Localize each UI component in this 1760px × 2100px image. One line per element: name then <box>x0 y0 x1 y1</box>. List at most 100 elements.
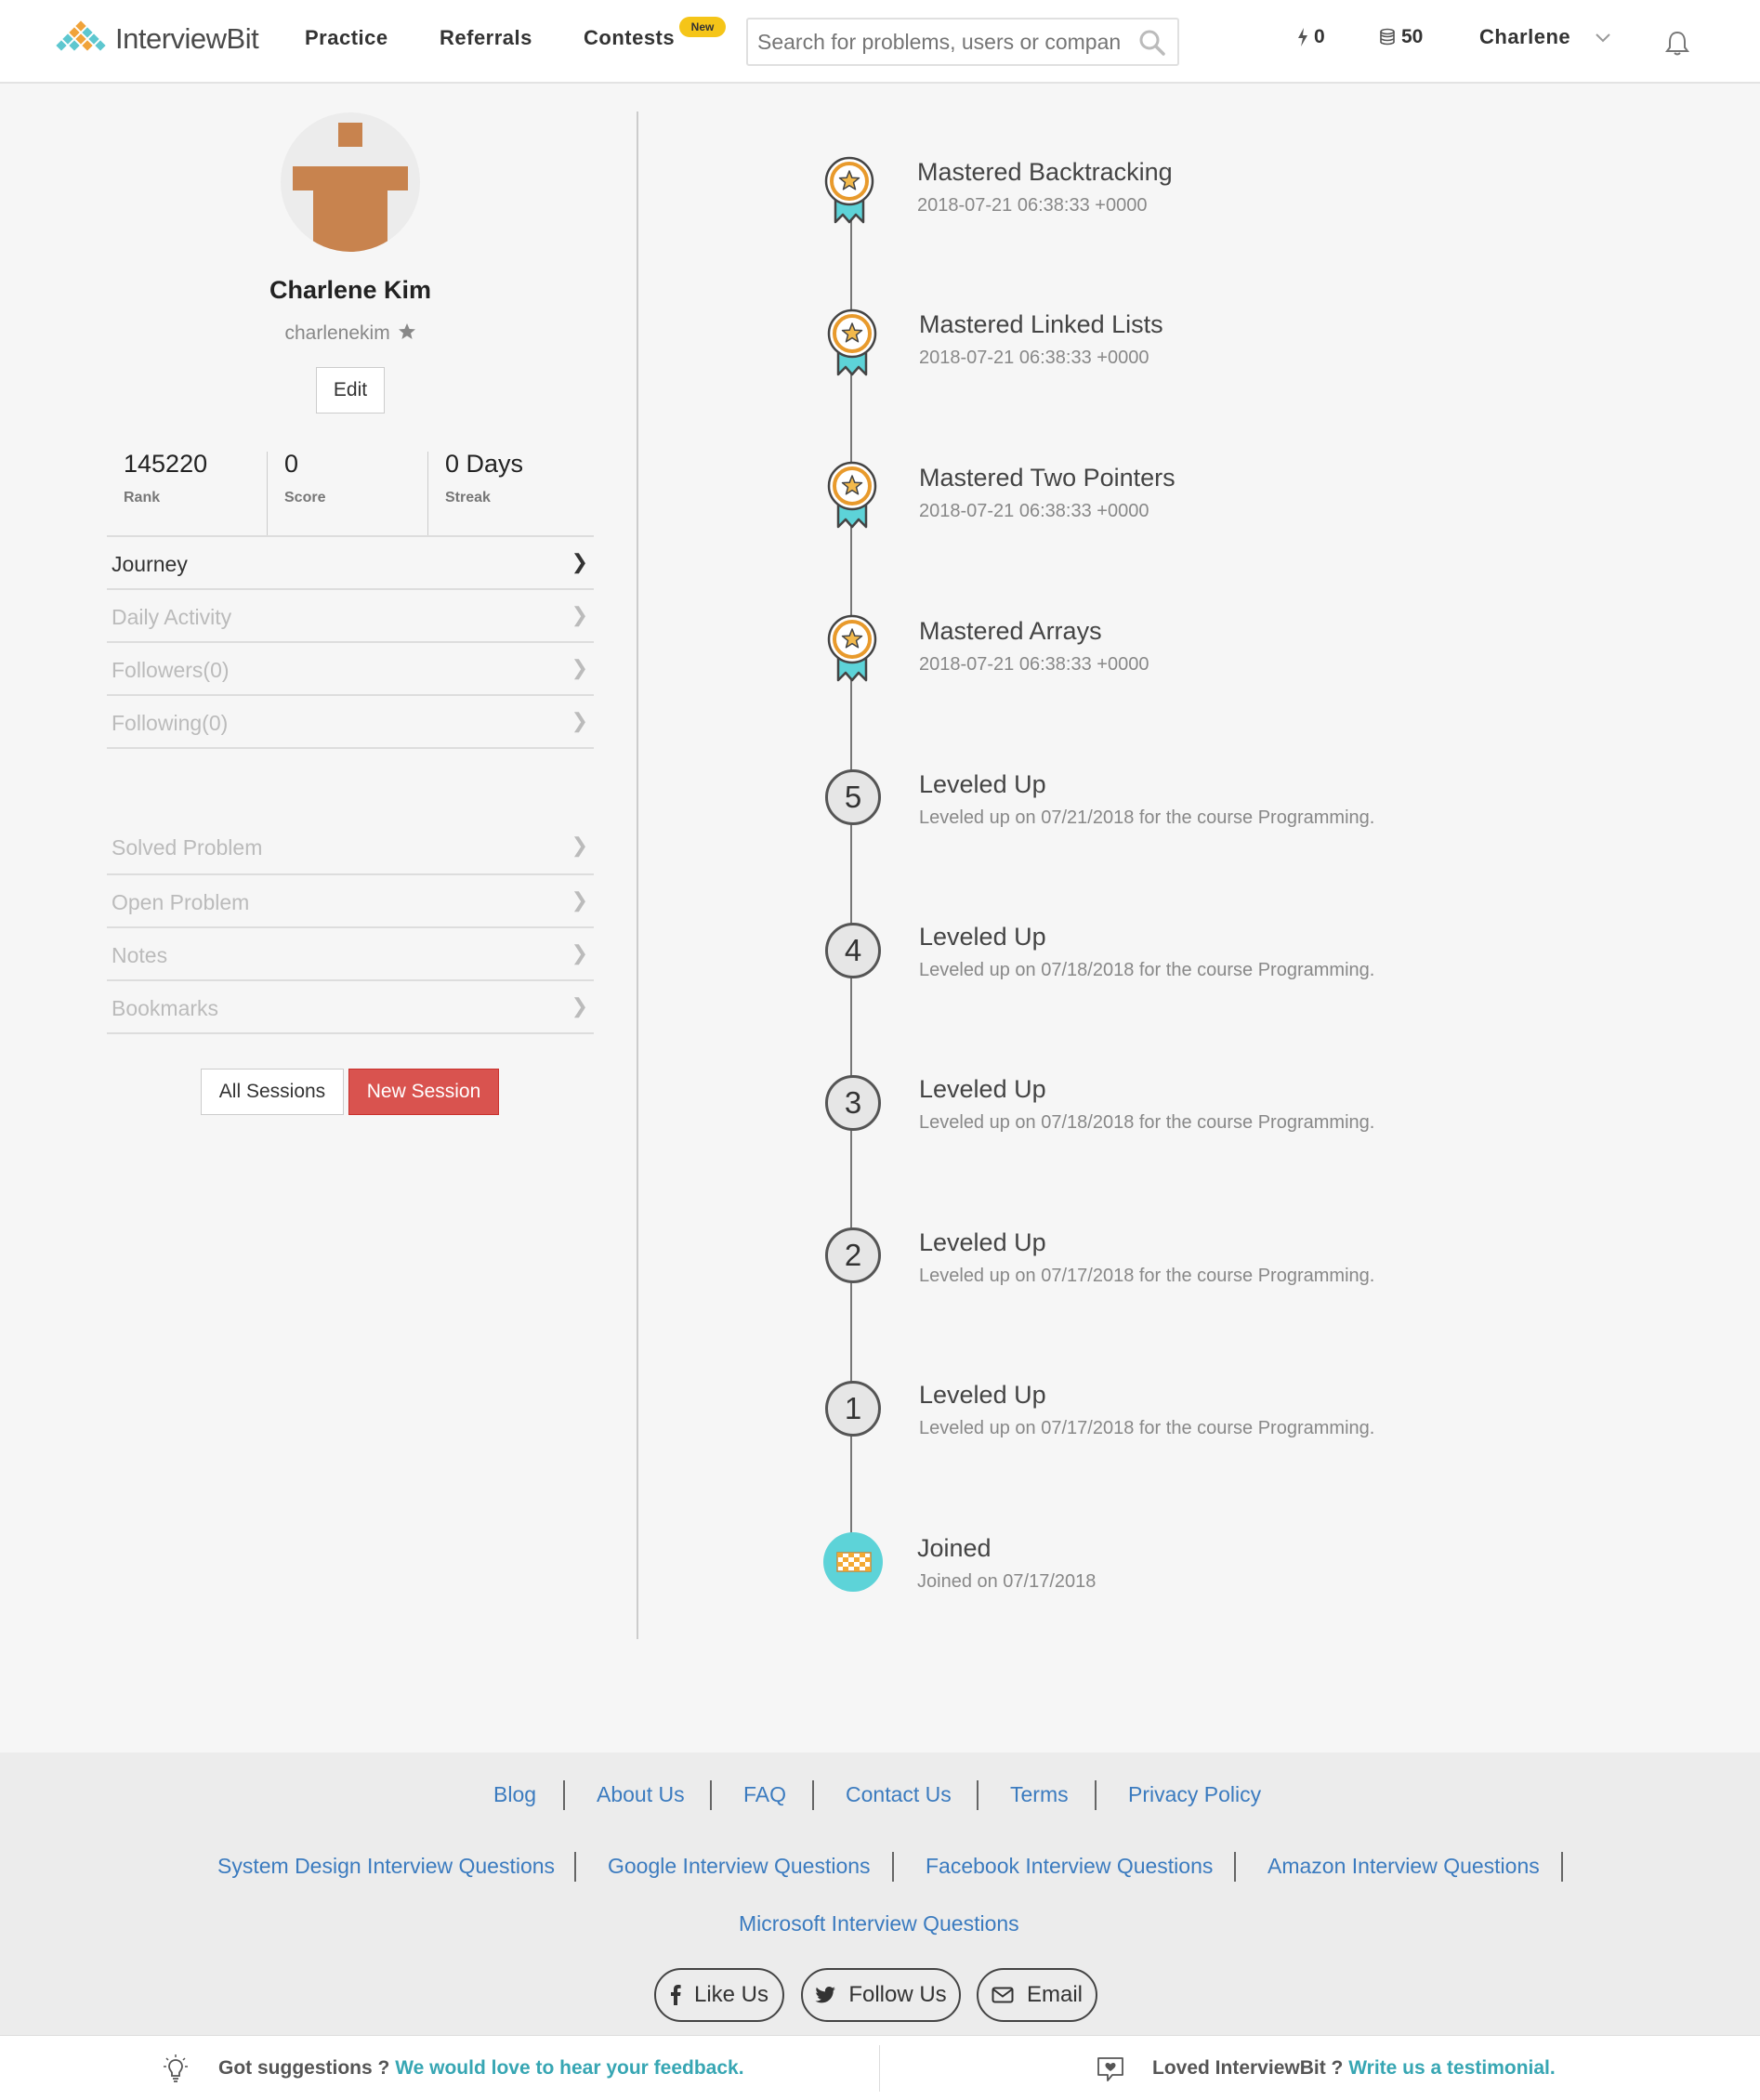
follow-us-button[interactable]: Follow Us <box>801 1968 961 2022</box>
menu-item-followers[interactable]: Followers(0) ❯ <box>107 641 594 694</box>
timeline-description: Joined on 07/17/2018 <box>917 1571 1097 1592</box>
menu-item-notes[interactable]: Notes ❯ <box>107 926 594 979</box>
feedback-question: Got suggestions ? <box>218 2057 390 2079</box>
footer-link-faq[interactable]: FAQ <box>743 1782 786 1807</box>
search-input[interactable] <box>748 20 1120 64</box>
footer-link-privacy[interactable]: Privacy Policy <box>1128 1782 1261 1807</box>
menu-item-open-problem[interactable]: Open Problem ❯ <box>107 873 594 926</box>
top-header: InterviewBit Practice Referrals Contests… <box>0 0 1760 84</box>
timeline-title: Leveled Up <box>919 1228 1046 1256</box>
timeline-title: Mastered Two Pointers <box>919 464 1176 492</box>
feedback-testimonial: Loved InterviewBit ? Write us a testimon… <box>1152 2057 1556 2080</box>
new-badge: New <box>679 17 726 37</box>
footer-separator <box>563 1780 565 1810</box>
avatar[interactable] <box>281 112 420 252</box>
footer-separator <box>1095 1780 1097 1810</box>
timeline-description: Leveled up on 07/18/2018 for the course … <box>919 1112 1375 1133</box>
medal-icon <box>827 308 877 376</box>
footer-link-microsoft[interactable]: Microsoft Interview Questions <box>739 1911 1019 1936</box>
footer-link-amazon[interactable]: Amazon Interview Questions <box>1267 1854 1540 1879</box>
footer-separator <box>892 1852 894 1882</box>
footer-link-system-design[interactable]: System Design Interview Questions <box>217 1854 555 1879</box>
all-sessions-button[interactable]: All Sessions <box>201 1069 344 1115</box>
like-us-label: Like Us <box>693 1982 769 2007</box>
timeline-title: Mastered Linked Lists <box>919 310 1163 338</box>
envelope-icon <box>992 1987 1014 2003</box>
facebook-icon <box>670 1985 681 2005</box>
stat-rank-value: 145220 <box>124 450 208 478</box>
edit-profile-button[interactable]: Edit <box>316 367 385 413</box>
nav-referrals[interactable]: Referrals <box>440 26 532 50</box>
avatar-image <box>293 123 408 252</box>
feedback-suggestions: Got suggestions ? We would love to hear … <box>218 2057 744 2080</box>
lightbulb-icon <box>164 2054 188 2082</box>
timeline-description: Leveled up on 07/18/2018 for the course … <box>919 960 1375 980</box>
like-us-button[interactable]: Like Us <box>654 1968 784 2022</box>
stat-rank: 145220 Rank <box>124 450 207 535</box>
streak-count: 0 <box>1314 26 1325 47</box>
nav-practice[interactable]: Practice <box>305 26 388 50</box>
search-box <box>746 18 1179 66</box>
menu-item-journey[interactable]: Journey ❯ <box>107 535 594 588</box>
footer-link-contact[interactable]: Contact Us <box>846 1782 952 1807</box>
menu-label: Following(0) <box>112 711 229 735</box>
feedback-bar: Got suggestions ? We would love to hear … <box>0 2035 1760 2100</box>
twitter-icon <box>815 1987 836 2003</box>
chevron-right-icon: ❯ <box>571 656 588 679</box>
level-badge: 1 <box>825 1381 881 1437</box>
streak-indicator[interactable]: 0 <box>1297 26 1325 48</box>
column-divider <box>637 112 638 1639</box>
level-badge: 2 <box>825 1227 881 1283</box>
level-badge: 5 <box>825 769 881 825</box>
timeline-date: 2018-07-21 06:38:33 +0000 <box>917 195 1148 216</box>
timeline-date: 2018-07-21 06:38:33 +0000 <box>919 501 1149 521</box>
feedback-divider <box>879 2045 880 2092</box>
footer-link-facebook[interactable]: Facebook Interview Questions <box>926 1854 1213 1879</box>
stat-streak-value: 0 Days <box>445 450 524 478</box>
footer-link-terms[interactable]: Terms <box>1010 1782 1069 1807</box>
chevron-down-icon <box>1596 33 1610 43</box>
menu-item-daily-activity[interactable]: Daily Activity ❯ <box>107 588 594 641</box>
chevron-right-icon: ❯ <box>571 941 588 965</box>
stat-score-label: Score <box>284 490 326 505</box>
testimonial-link[interactable]: Write us a testimonial. <box>1348 2057 1556 2079</box>
footer-separator <box>710 1780 712 1810</box>
search-icon[interactable] <box>1138 29 1166 57</box>
lightning-icon <box>1298 28 1307 46</box>
menu-item-bookmarks[interactable]: Bookmarks ❯ <box>107 979 594 1032</box>
nav-contests[interactable]: Contests <box>584 26 675 50</box>
new-session-button[interactable]: New Session <box>348 1069 499 1115</box>
stat-score-value: 0 <box>284 450 299 478</box>
timeline-description: Leveled up on 07/17/2018 for the course … <box>919 1418 1375 1438</box>
stat-divider <box>427 452 428 535</box>
star-icon[interactable] <box>398 322 416 341</box>
logo[interactable]: InterviewBit <box>52 19 259 59</box>
chevron-right-icon: ❯ <box>571 709 588 732</box>
footer-link-blog[interactable]: Blog <box>493 1782 536 1807</box>
stat-score: 0 Score <box>284 450 325 535</box>
timeline-title: Leveled Up <box>919 770 1046 798</box>
medal-icon <box>827 614 877 682</box>
user-menu[interactable]: Charlene <box>1479 25 1610 49</box>
footer-link-about[interactable]: About Us <box>597 1782 685 1807</box>
email-label: Email <box>1026 1982 1083 2007</box>
bell-icon[interactable] <box>1665 30 1689 56</box>
logo-text: InterviewBit <box>115 22 259 55</box>
menu-item-solved-problem[interactable]: Solved Problem ❯ <box>107 820 594 873</box>
menu-label: Followers(0) <box>112 658 230 682</box>
footer-link-google[interactable]: Google Interview Questions <box>608 1854 871 1879</box>
email-button[interactable]: Email <box>977 1968 1097 2022</box>
timeline-description: Leveled up on 07/17/2018 for the course … <box>919 1266 1375 1286</box>
menu-item-following[interactable]: Following(0) ❯ <box>107 694 594 747</box>
medal-icon <box>827 461 877 529</box>
profile-username: charlenekim <box>0 322 701 345</box>
timeline-line <box>850 200 852 1556</box>
coins-count: 50 <box>1401 26 1424 47</box>
feedback-link[interactable]: We would love to hear your feedback. <box>395 2057 743 2079</box>
footer-separator <box>812 1780 814 1810</box>
menu-label: Bookmarks <box>112 996 219 1020</box>
follow-us-label: Follow Us <box>848 1982 947 2007</box>
chevron-right-icon: ❯ <box>571 833 588 857</box>
footer-separator <box>574 1852 576 1882</box>
coins-indicator[interactable]: 50 <box>1379 26 1423 48</box>
